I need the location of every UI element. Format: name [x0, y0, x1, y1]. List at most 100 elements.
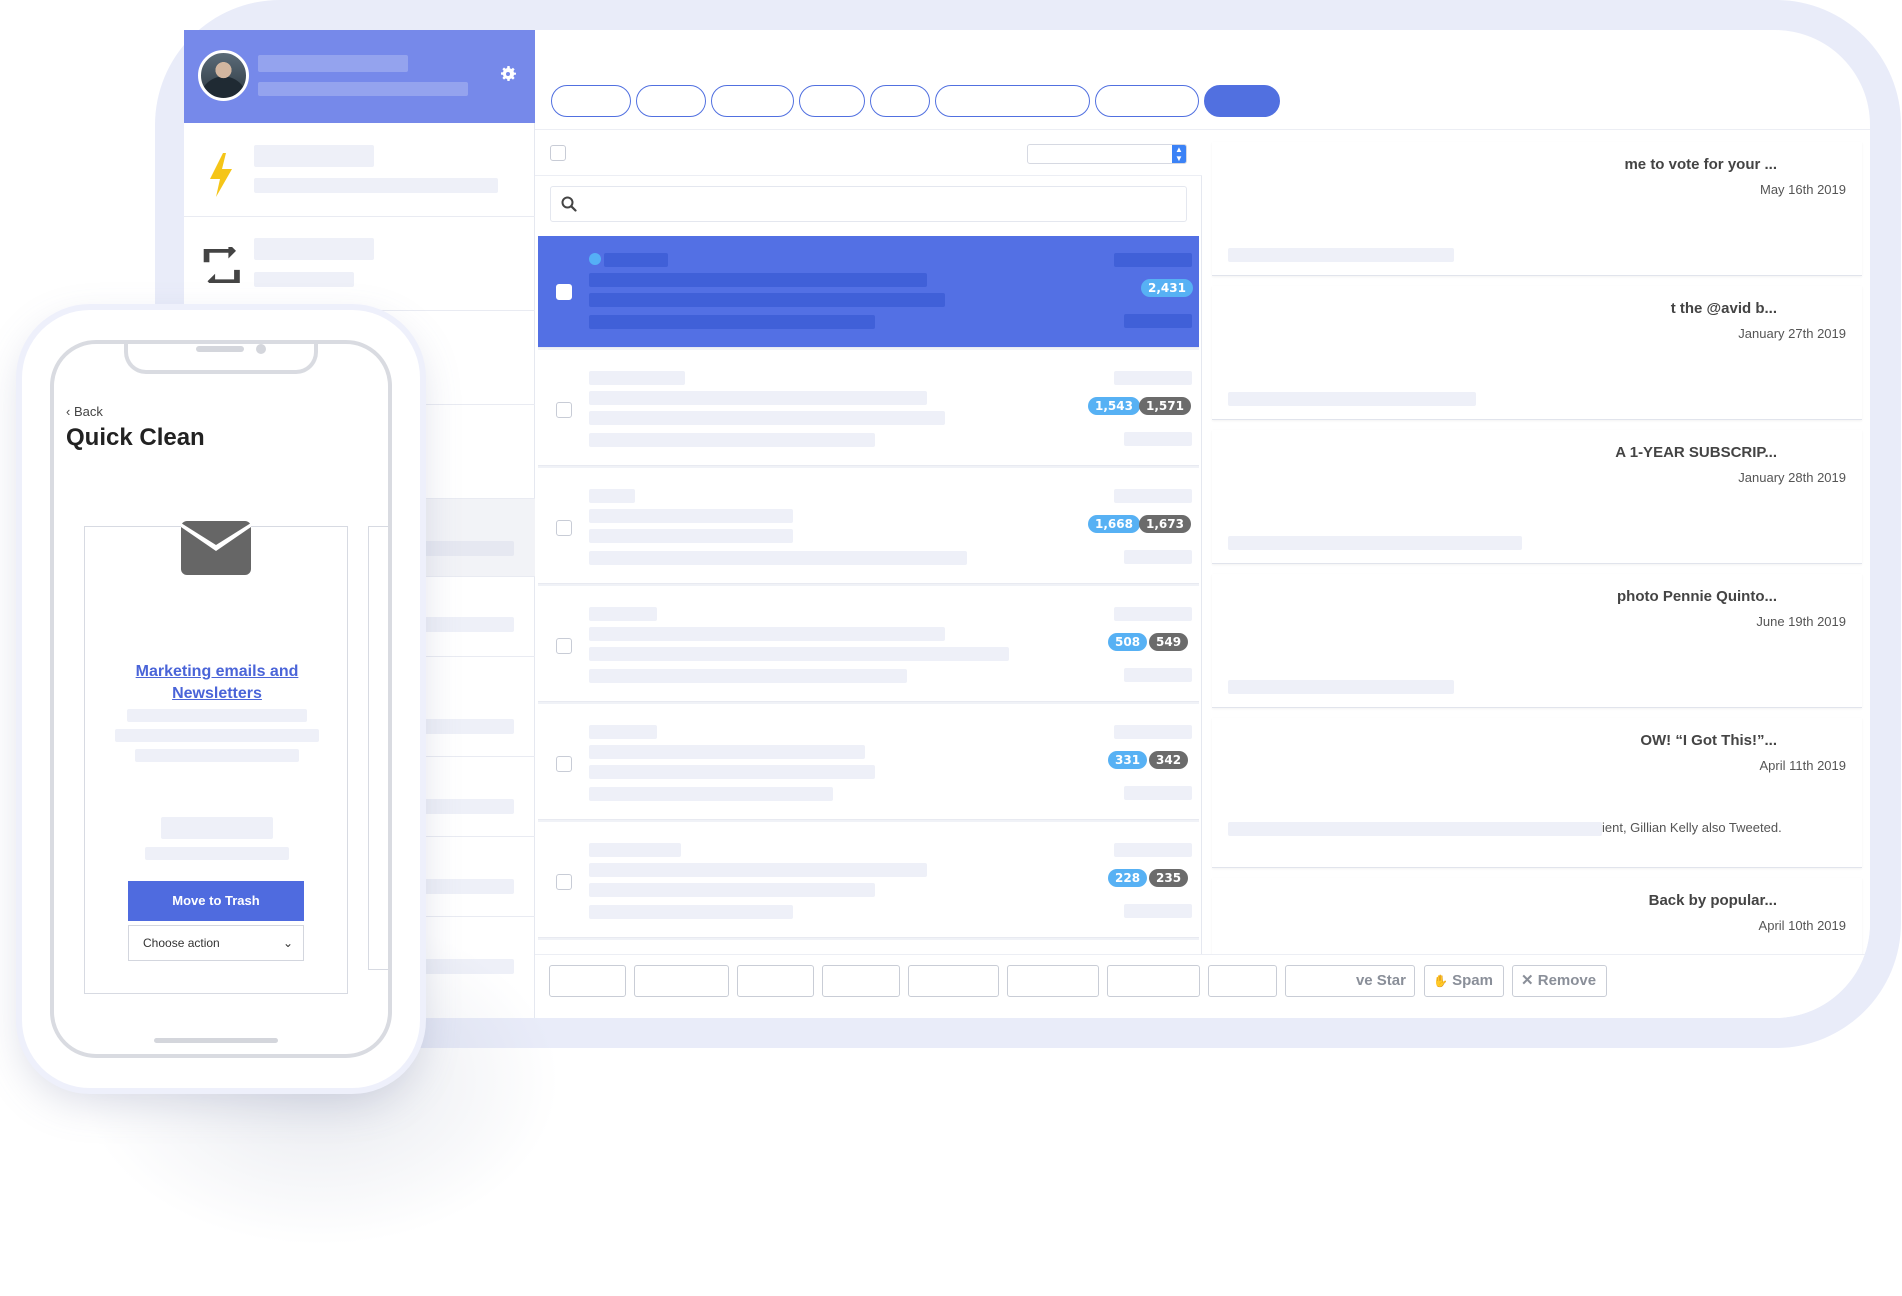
category-link[interactable]: Marketing emails and Newsletters — [105, 661, 329, 705]
tab-filter-1[interactable] — [551, 85, 631, 117]
remove-button[interactable]: ✕ Remove — [1512, 965, 1607, 997]
email-preview-panel: me to vote for your ... May 16th 2019 t … — [1202, 130, 1870, 958]
sender-meta-placeholder — [1114, 725, 1192, 739]
sender-row[interactable]: 1,668 1,673 — [538, 472, 1199, 584]
next-card-peek[interactable] — [368, 526, 388, 970]
sender-row[interactable]: 508 549 — [538, 590, 1199, 702]
spam-button[interactable]: ✋ Spam — [1424, 965, 1504, 997]
email-preview-card[interactable]: OW! “I Got This!”... April 11th 2019 ien… — [1212, 718, 1862, 868]
count-placeholder — [161, 817, 273, 839]
row-checkbox[interactable] — [556, 284, 572, 300]
gear-icon[interactable] — [498, 64, 518, 84]
desktop-app-window: ▲ ▼ 2,431 1,543 1,571 1,668 1,673 508 54… — [184, 30, 1870, 1018]
sender-row[interactable]: 228 235 — [538, 826, 1199, 938]
action-button[interactable] — [1007, 965, 1099, 997]
home-indicator — [154, 1038, 278, 1043]
sidebar-item-quick-clean[interactable] — [184, 123, 535, 217]
sender-meta-placeholder — [1124, 432, 1192, 446]
avatar[interactable] — [198, 50, 249, 101]
choose-action-select[interactable]: Choose action ⌄ — [128, 925, 304, 961]
email-preview-card[interactable]: photo Pennie Quinto... June 19th 2019 — [1212, 574, 1862, 708]
move-to-trash-button[interactable]: Move to Trash — [128, 881, 304, 921]
email-subject: t the @avid b... — [1670, 300, 1777, 317]
back-link[interactable]: ‹ Back — [66, 404, 103, 419]
total-count-badge: 1,571 — [1139, 397, 1191, 415]
row-checkbox[interactable] — [556, 402, 572, 418]
sidebar-item-rollup[interactable] — [184, 217, 535, 311]
row-checkbox[interactable] — [556, 756, 572, 772]
sort-select[interactable]: ▲ ▼ — [1027, 144, 1187, 164]
sender-detail-placeholder — [589, 529, 793, 543]
tab-filter-5[interactable] — [870, 85, 930, 117]
sidebar-item-title-placeholder — [254, 238, 374, 260]
tab-filter-3[interactable] — [711, 85, 794, 117]
tab-filter-active[interactable] — [1204, 85, 1280, 117]
tab-filter-4[interactable] — [799, 85, 865, 117]
email-preview-card[interactable]: t the @avid b... January 27th 2019 — [1212, 286, 1862, 420]
description-placeholder — [135, 749, 299, 762]
sender-name-placeholder — [604, 253, 668, 267]
sender-detail-placeholder — [589, 787, 833, 801]
email-subject: photo Pennie Quinto... — [1617, 588, 1777, 605]
sender-meta-placeholder — [1114, 253, 1192, 267]
remove-star-button[interactable]: ve Star — [1285, 965, 1415, 997]
count-label-placeholder — [145, 847, 289, 860]
message-count-badge: 331 — [1108, 751, 1148, 769]
sidebar-item-placeholder — [404, 879, 514, 894]
spam-button-label: Spam — [1452, 972, 1493, 989]
page-title: Quick Clean — [66, 424, 205, 451]
filter-tab-bar — [535, 30, 1870, 130]
camera-dot — [256, 344, 266, 354]
email-subject: me to vote for your ... — [1624, 156, 1777, 173]
sender-list-panel: ▲ ▼ 2,431 1,543 1,571 1,668 1,673 508 54… — [535, 130, 1202, 1018]
sender-detail-placeholder — [589, 391, 927, 405]
message-count-badge: 228 — [1108, 869, 1148, 887]
email-snippet-placeholder — [1228, 392, 1476, 406]
select-all-checkbox[interactable] — [550, 145, 566, 161]
action-button[interactable] — [737, 965, 814, 997]
sender-row[interactable]: 331 342 — [538, 708, 1199, 820]
bulk-action-bar: ve Star ✋ Spam ✕ Remove — [535, 954, 1870, 1018]
sender-detail-placeholder — [589, 647, 1009, 661]
sender-name-placeholder — [589, 607, 657, 621]
email-preview-card[interactable]: A 1-YEAR SUBSCRIP... January 28th 2019 — [1212, 430, 1862, 564]
list-toolbar: ▲ ▼ — [535, 130, 1202, 176]
message-count-badge: 508 — [1108, 633, 1148, 651]
profile-email-placeholder — [258, 82, 468, 96]
sender-meta-placeholder — [1114, 607, 1192, 621]
sender-meta-placeholder — [1124, 786, 1192, 800]
tab-filter-7[interactable] — [1095, 85, 1199, 117]
select-arrows-icon: ▲ ▼ — [1172, 145, 1186, 163]
row-checkbox[interactable] — [556, 520, 572, 536]
tab-filter-2[interactable] — [636, 85, 706, 117]
action-button[interactable] — [822, 965, 900, 997]
action-button[interactable] — [634, 965, 729, 997]
lightning-icon — [208, 153, 234, 202]
search-input[interactable] — [550, 186, 1187, 222]
action-button[interactable] — [1208, 965, 1277, 997]
sender-row[interactable]: 1,543 1,571 — [538, 354, 1199, 466]
chevron-left-icon: ‹ — [66, 404, 71, 419]
sender-meta-placeholder — [1114, 843, 1192, 857]
action-button[interactable] — [549, 965, 626, 997]
sender-detail-placeholder — [589, 433, 875, 447]
phone-notch — [124, 344, 318, 374]
sidebar-item-placeholder — [404, 541, 514, 556]
sender-row[interactable]: 2,431 — [538, 236, 1199, 348]
sender-detail-placeholder — [589, 863, 927, 877]
email-preview-card[interactable]: me to vote for your ... May 16th 2019 — [1212, 142, 1862, 276]
message-count-badge: 1,668 — [1088, 515, 1140, 533]
sidebar-item-placeholder — [404, 719, 514, 734]
sender-detail-placeholder — [589, 745, 865, 759]
sender-detail-placeholder — [589, 273, 927, 287]
row-checkbox[interactable] — [556, 638, 572, 654]
sender-detail-placeholder — [589, 883, 875, 897]
tab-filter-6[interactable] — [935, 85, 1090, 117]
action-button[interactable] — [908, 965, 999, 997]
email-preview-card[interactable]: Back by popular... April 10th 2019 — [1212, 878, 1862, 958]
phone-device-frame: ‹ Back Quick Clean Marketing emails and … — [22, 310, 420, 1088]
action-button[interactable] — [1107, 965, 1200, 997]
message-count-badge: 1,543 — [1088, 397, 1140, 415]
phone-screen: ‹ Back Quick Clean Marketing emails and … — [50, 340, 392, 1058]
row-checkbox[interactable] — [556, 874, 572, 890]
